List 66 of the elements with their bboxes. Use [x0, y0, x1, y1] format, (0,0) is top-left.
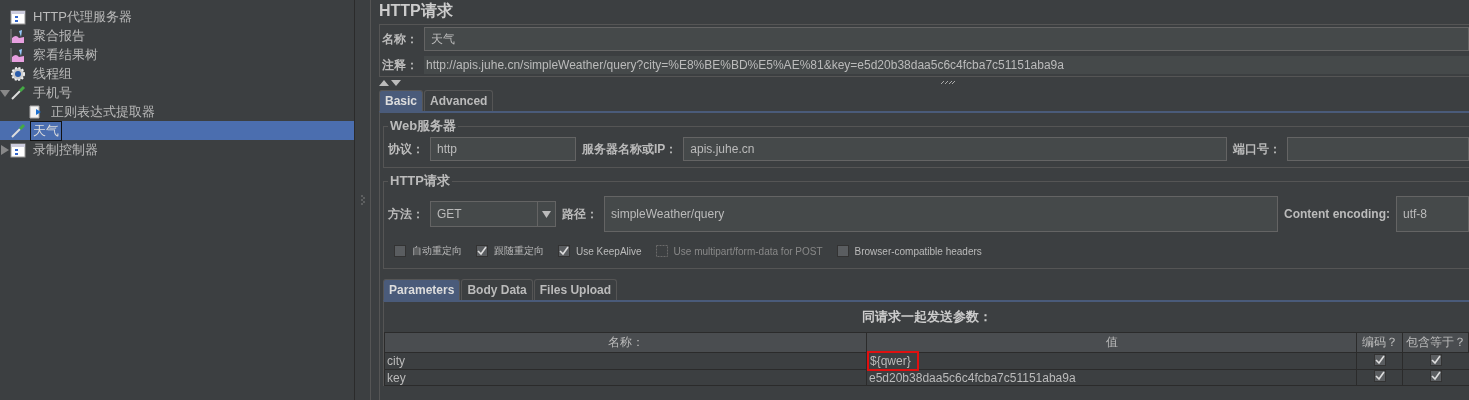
server-label: 服务器名称或IP： — [582, 140, 678, 158]
checkbox-label: Use KeepAlive — [576, 245, 642, 257]
checkbox[interactable] — [836, 245, 849, 257]
tree-item[interactable]: 察看结果树 — [0, 45, 354, 64]
panel-title: HTTP请求 — [379, 1, 454, 21]
pipette-icon — [10, 122, 26, 139]
encoding-field[interactable]: utf-8 — [1396, 196, 1469, 232]
method-dropdown[interactable]: GET — [430, 201, 556, 227]
group-title: Web服务器 — [389, 117, 458, 135]
path-label: 路径： — [562, 205, 598, 223]
window-icon — [10, 141, 26, 158]
tab[interactable]: Files Upload — [533, 279, 618, 300]
tab[interactable]: Body Data — [461, 279, 533, 300]
highlighted-cell-text: ${qwer} — [869, 353, 917, 369]
gear-icon — [10, 65, 26, 82]
chart-icon — [10, 27, 26, 44]
tree-item[interactable]: 线程组 — [0, 64, 354, 83]
checkbox[interactable] — [1373, 353, 1386, 366]
table-cell: e5d20b38daa5c6c4fcba7c51151aba9a — [869, 370, 1076, 385]
collapse-arrows-icon[interactable] — [379, 79, 401, 87]
table-cell: key — [384, 369, 867, 386]
protocol-field[interactable]: http — [430, 137, 576, 161]
tree-item[interactable]: 录制控制器 — [0, 140, 354, 159]
splitter-grip-icon[interactable] — [941, 81, 955, 85]
tree-item[interactable]: HTTP代理服务器 — [0, 7, 354, 26]
name-field[interactable]: 天气 — [424, 27, 1469, 51]
checkbox[interactable] — [476, 245, 488, 257]
protocol-label: 协议： — [388, 140, 424, 158]
group-title: HTTP请求 — [389, 172, 451, 190]
port-label: 端口号： — [1233, 140, 1282, 158]
checkbox[interactable] — [1429, 370, 1442, 382]
collapsed-triangle-icon[interactable] — [0, 144, 10, 155]
method-label: 方法： — [388, 205, 424, 223]
column-header[interactable]: 包含等于？ — [1402, 332, 1469, 353]
comment-field[interactable]: http://apis.juhe.cn/simpleWeather/query?city=%E8%BE%BD%E5%AE%81&key=e5d20b38daa5c6c4fcba7c51151aba9a — [424, 56, 1469, 74]
checkbox-label: 自动重定向 — [412, 244, 462, 258]
name-label: 名称： — [382, 30, 418, 48]
expanded-triangle-icon[interactable] — [0, 87, 10, 98]
checkbox[interactable] — [394, 245, 406, 257]
tree-item[interactable]: 天气 — [0, 121, 354, 140]
table-cell: city — [384, 352, 867, 370]
checkbox-label: Use multipart/form-data for POST — [673, 245, 823, 257]
column-header[interactable]: 名称： — [384, 332, 867, 353]
window-icon — [10, 8, 26, 25]
checkbox[interactable] — [558, 245, 570, 257]
comment-label: 注释： — [382, 56, 418, 74]
server-field[interactable]: apis.juhe.cn — [683, 137, 1228, 161]
checkbox[interactable] — [1429, 353, 1442, 366]
checkbox-label: 跟随重定向 — [494, 244, 544, 258]
checkbox[interactable] — [1373, 370, 1386, 382]
encoding-label: Content encoding: — [1284, 207, 1390, 221]
column-header[interactable]: 值 — [866, 332, 1357, 353]
tab[interactable]: Parameters — [383, 279, 461, 300]
splitter-grip-icon[interactable] — [360, 195, 365, 205]
tree-item[interactable]: 正则表达式提取器 — [0, 102, 354, 121]
port-field[interactable] — [1287, 137, 1469, 161]
checkbox-label: Browser-compatible headers — [854, 245, 982, 257]
tab[interactable]: Advanced — [424, 90, 494, 111]
tree-item[interactable]: 手机号 — [0, 83, 354, 102]
tree-item[interactable]: 聚合报告 — [0, 26, 354, 45]
chart-icon — [10, 46, 26, 63]
pipette-icon — [10, 84, 26, 101]
table-title: 同请求一起发送参数： — [860, 308, 993, 326]
tab[interactable]: Basic — [379, 90, 424, 111]
column-header[interactable]: 编码？ — [1356, 332, 1403, 353]
path-field[interactable]: simpleWeather/query — [604, 196, 1278, 232]
